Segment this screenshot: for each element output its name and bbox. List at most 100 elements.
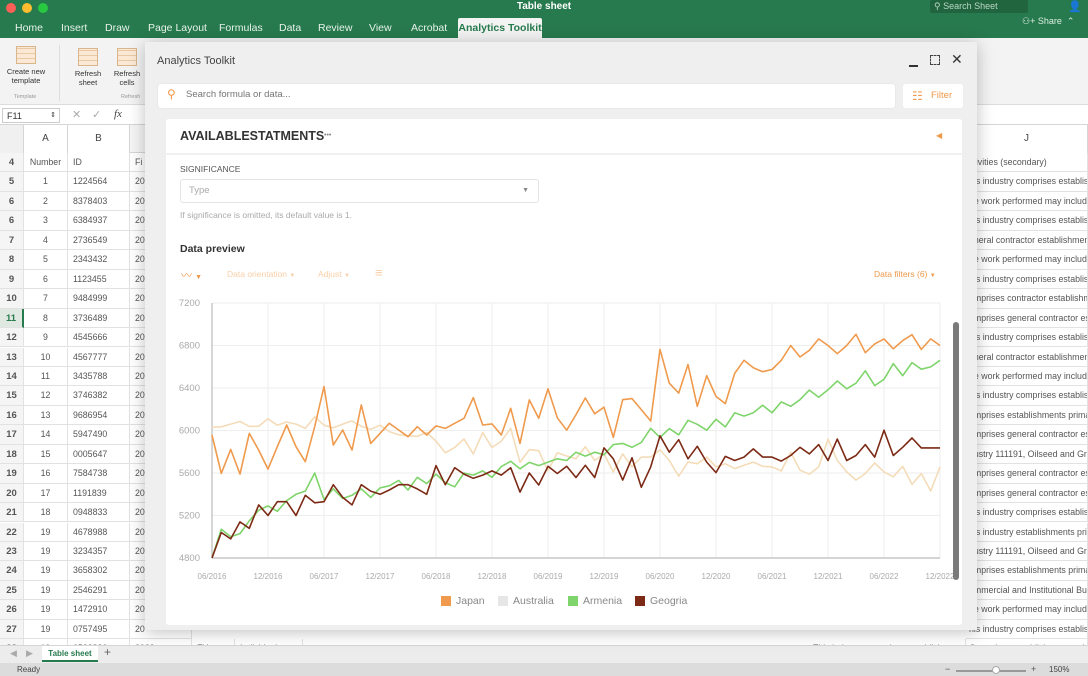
legend-item-japan[interactable]: Japan bbox=[441, 595, 485, 607]
line-chart-type-button[interactable]: 〰 ▼ bbox=[181, 267, 202, 283]
cell-activities-secondary[interactable]: his industry comprises establis bbox=[966, 503, 1088, 523]
cell-activities-secondary[interactable]: he work performed may include bbox=[966, 250, 1088, 270]
cell-id[interactable]: 4567777 bbox=[68, 347, 130, 367]
cell-id[interactable]: 6384937 bbox=[68, 211, 130, 231]
cell-number[interactable]: 19 bbox=[24, 542, 68, 562]
cancel-icon[interactable]: ✕ bbox=[72, 108, 81, 121]
tab-insert[interactable]: Insert bbox=[61, 22, 87, 34]
function-icon[interactable]: fx bbox=[114, 108, 122, 120]
cell-id[interactable]: 1224564 bbox=[68, 172, 130, 192]
row-header[interactable]: 4 bbox=[0, 153, 24, 173]
cell-activities-secondary[interactable]: his industry establishments prin bbox=[966, 522, 1088, 542]
row-header[interactable]: 14 bbox=[0, 366, 24, 387]
tab-review[interactable]: Review bbox=[318, 22, 352, 34]
cell-activities-secondary[interactable]: his industry comprises establish bbox=[966, 386, 1088, 406]
cell-id[interactable]: 7584738 bbox=[68, 464, 130, 484]
cell-number[interactable]: 4 bbox=[24, 230, 68, 251]
cell-activities-secondary[interactable]: omprises general contractor es bbox=[966, 464, 1088, 484]
row-header[interactable]: 6 bbox=[0, 191, 24, 212]
row-header[interactable]: 24 bbox=[0, 561, 24, 581]
cell-number[interactable]: 6 bbox=[24, 269, 68, 290]
cell-number[interactable]: 19 bbox=[24, 561, 68, 581]
data-orientation-dropdown[interactable]: Data orientation ▼ bbox=[227, 269, 295, 279]
cell-b-header[interactable]: ID bbox=[68, 153, 130, 173]
cell-number[interactable]: 16 bbox=[24, 464, 68, 484]
row-header[interactable]: 15 bbox=[0, 386, 24, 406]
tab-data[interactable]: Data bbox=[279, 22, 301, 34]
row-header[interactable]: 11 bbox=[0, 308, 24, 328]
cell-activities-secondary[interactable]: his industry comprises establis bbox=[966, 619, 1088, 640]
tab-draw[interactable]: Draw bbox=[105, 22, 130, 34]
zoom-slider-thumb[interactable] bbox=[992, 666, 1000, 674]
prev-sheet-icon[interactable]: ◀ bbox=[10, 648, 17, 659]
add-sheet-button[interactable]: + bbox=[104, 645, 111, 659]
name-box[interactable]: F11 ⇕ bbox=[2, 108, 60, 123]
cell-number[interactable]: 5 bbox=[24, 250, 68, 270]
row-header[interactable]: 17 bbox=[0, 425, 24, 445]
cell-activities-secondary[interactable]: omprises general contractor es bbox=[966, 483, 1088, 504]
fullscreen-icon[interactable] bbox=[930, 55, 940, 65]
cell-activities-secondary[interactable]: his industry comprises establish bbox=[966, 211, 1088, 231]
cell-id[interactable]: 3234357 bbox=[68, 542, 130, 562]
select-all-corner[interactable] bbox=[0, 125, 24, 153]
cell-activities-secondary[interactable]: omprises general contractor es bbox=[966, 425, 1088, 445]
more-options-icon[interactable]: ••• bbox=[324, 132, 331, 139]
cell-number[interactable]: 14 bbox=[24, 425, 68, 445]
legend-item-geogria[interactable]: Geogria bbox=[635, 595, 687, 607]
row-header[interactable]: 6 bbox=[0, 211, 24, 231]
close-dialog-icon[interactable]: ✕ bbox=[951, 51, 963, 68]
minimize-icon[interactable] bbox=[909, 65, 918, 67]
cell-activities-secondary[interactable]: eneral contractor establishmen bbox=[966, 230, 1088, 251]
cell-id[interactable]: 5947490 bbox=[68, 425, 130, 445]
cell-number[interactable]: 10 bbox=[24, 347, 68, 367]
cell-id[interactable]: 4545666 bbox=[68, 328, 130, 348]
cell-activities-secondary[interactable]: his industry comprises establish bbox=[966, 328, 1088, 348]
cell-id[interactable]: 2343432 bbox=[68, 250, 130, 270]
cell-number[interactable]: 18 bbox=[24, 503, 68, 523]
cell-number[interactable]: 13 bbox=[24, 405, 68, 426]
tab-view[interactable]: View bbox=[369, 22, 392, 34]
cell-a-header[interactable]: Number bbox=[24, 153, 68, 173]
refresh-sheet-button[interactable]: Refresh sheet bbox=[72, 48, 104, 87]
cell-number[interactable]: 1 bbox=[24, 172, 68, 192]
cell-activities-secondary[interactable]: his industry comprises establish bbox=[966, 269, 1088, 290]
significance-type-select[interactable]: Type ▼ bbox=[180, 179, 539, 203]
cell-id[interactable]: 1191839 bbox=[68, 483, 130, 504]
tab-page-layout[interactable]: Page Layout bbox=[148, 22, 207, 34]
refresh-cells-button[interactable]: Refresh cells bbox=[111, 48, 143, 87]
legend-item-armenia[interactable]: Armenia bbox=[568, 595, 622, 607]
cell-id[interactable]: 1123455 bbox=[68, 269, 130, 290]
row-header[interactable]: 12 bbox=[0, 328, 24, 348]
tab-home[interactable]: Home bbox=[15, 22, 43, 34]
row-header[interactable]: 22 bbox=[0, 522, 24, 542]
row-header[interactable]: 16 bbox=[0, 405, 24, 426]
cell-activities-secondary[interactable]: he work performed may include bbox=[966, 191, 1088, 212]
cell-id[interactable]: 3746382 bbox=[68, 386, 130, 406]
row-header[interactable]: 21 bbox=[0, 503, 24, 523]
row-header[interactable]: 8 bbox=[0, 250, 24, 270]
cell-id[interactable]: 0005647 bbox=[68, 444, 130, 465]
cell-id[interactable]: 3435788 bbox=[68, 366, 130, 387]
row-header[interactable]: 5 bbox=[0, 172, 24, 192]
cell-number[interactable]: 19 bbox=[24, 619, 68, 640]
cell-number[interactable]: 12 bbox=[24, 386, 68, 406]
cell-number[interactable]: 2 bbox=[24, 191, 68, 212]
tab-formulas[interactable]: Formulas bbox=[219, 22, 263, 34]
row-header[interactable]: 7 bbox=[0, 230, 24, 251]
tab-analytics-toolkit[interactable]: Analytics Toolkit bbox=[458, 18, 542, 38]
tab-acrobat[interactable]: Acrobat bbox=[411, 22, 447, 34]
adjust-dropdown[interactable]: Adjust ▼ bbox=[318, 269, 350, 279]
cell-id[interactable]: 3658302 bbox=[68, 561, 130, 581]
cell-activities-secondary[interactable]: omprises establishments prima bbox=[966, 561, 1088, 581]
create-template-button[interactable]: Create new template bbox=[4, 46, 48, 85]
row-header[interactable]: 19 bbox=[0, 464, 24, 484]
column-header-a[interactable]: A bbox=[24, 125, 68, 153]
cell-number[interactable]: 11 bbox=[24, 366, 68, 387]
column-header-b[interactable]: B bbox=[68, 125, 130, 153]
row-header[interactable]: 13 bbox=[0, 347, 24, 367]
cell-number[interactable]: 19 bbox=[24, 522, 68, 542]
cell-activities-secondary[interactable]: dustry 111191, Oilseed and Gra bbox=[966, 444, 1088, 465]
cell-activities-secondary[interactable]: eneral contractor establishmen bbox=[966, 347, 1088, 367]
cell-id[interactable]: 0757495 bbox=[68, 619, 130, 640]
cell-j-header[interactable]: ctivities (secondary) bbox=[966, 153, 1088, 173]
